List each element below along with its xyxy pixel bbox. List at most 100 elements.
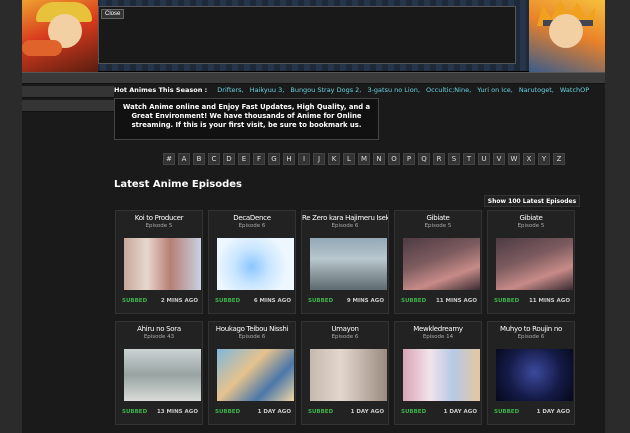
alphabet-letter[interactable]: D bbox=[223, 153, 235, 165]
time-ago: 9 MINS AGO bbox=[346, 298, 384, 304]
episode-title[interactable]: Mewkledreamy bbox=[395, 325, 481, 333]
latest-episodes-title: Latest Anime Episodes bbox=[114, 179, 242, 190]
alphabet-letter[interactable]: V bbox=[493, 153, 505, 165]
subbed-badge: SUBBED bbox=[122, 409, 148, 415]
alphabet-letter[interactable]: H bbox=[283, 153, 295, 165]
subbed-badge: SUBBED bbox=[215, 409, 241, 415]
alphabet-letter[interactable]: J bbox=[313, 153, 325, 165]
alphabet-letter[interactable]: X bbox=[523, 153, 535, 165]
alphabet-letter[interactable]: O bbox=[388, 153, 400, 165]
time-ago: 1 DAY AGO bbox=[257, 409, 291, 415]
time-ago: 1 DAY AGO bbox=[443, 409, 477, 415]
hot-link-occultic[interactable]: Occultic;Nine, bbox=[426, 86, 471, 94]
top-nav-bar bbox=[22, 72, 605, 84]
alphabet-letter[interactable]: N bbox=[373, 153, 385, 165]
episode-thumbnail[interactable] bbox=[310, 238, 387, 290]
alphabet-letter[interactable]: Z bbox=[553, 153, 565, 165]
hot-animes-label: Hot Animes This Season : bbox=[114, 86, 208, 94]
episode-number: Episode 6 bbox=[517, 334, 545, 340]
episode-title[interactable]: Umayon bbox=[302, 325, 388, 333]
alphabet-letter[interactable]: G bbox=[268, 153, 280, 165]
sidebar-bar[interactable] bbox=[22, 100, 114, 112]
subbed-badge: SUBBED bbox=[401, 409, 427, 415]
alphabet-letter[interactable]: I bbox=[298, 153, 310, 165]
alphabet-letter[interactable]: T bbox=[463, 153, 475, 165]
episode-card[interactable]: Re Zero kara Hajimeru Isekai Episode 6 SUB… bbox=[301, 210, 389, 314]
episode-title[interactable]: Muhyo to Roujin no bbox=[488, 325, 574, 333]
episode-thumbnail[interactable] bbox=[496, 349, 573, 401]
episode-card[interactable]: Gibiate Episode 5 SUBBED 11 MINS AGO bbox=[394, 210, 482, 314]
alphabet-letter[interactable]: R bbox=[433, 153, 445, 165]
episode-card[interactable]: Houkago Teibou Nisshi Episode 6 SUBBED 1 DA… bbox=[208, 321, 296, 425]
hot-link-watchop[interactable]: WatchOP bbox=[560, 86, 589, 94]
time-ago: 11 MINS AGO bbox=[528, 298, 570, 304]
alphabet-letter[interactable]: # bbox=[163, 153, 175, 165]
episode-number: Episode 6 bbox=[331, 334, 359, 340]
episode-number: Episode 5 bbox=[145, 223, 173, 229]
episode-title[interactable]: Koi to Producer bbox=[116, 214, 202, 222]
subbed-badge: SUBBED bbox=[215, 298, 241, 304]
episode-thumbnail[interactable] bbox=[124, 238, 201, 290]
episode-thumbnail[interactable] bbox=[310, 349, 387, 401]
hot-link-yuri[interactable]: Yuri on Ice, bbox=[477, 86, 513, 94]
episode-title[interactable]: Ahiru no Sora bbox=[116, 325, 202, 333]
episode-card[interactable]: Umayon Episode 6 SUBBED 1 DAY AGO bbox=[301, 321, 389, 425]
subbed-badge: SUBBED bbox=[308, 298, 334, 304]
alphabet-letter[interactable]: Y bbox=[538, 153, 550, 165]
hot-link-3gatsu[interactable]: 3-gatsu no Lion, bbox=[367, 86, 419, 94]
time-ago: 1 DAY AGO bbox=[350, 409, 384, 415]
subbed-badge: SUBBED bbox=[494, 298, 520, 304]
alphabet-letter[interactable]: Q bbox=[418, 153, 430, 165]
episode-card[interactable]: Muhyo to Roujin no Episode 6 SUBBED 1 DAY A… bbox=[487, 321, 575, 425]
left-gutter bbox=[0, 0, 22, 433]
sidebar-bar[interactable] bbox=[22, 86, 114, 98]
show-100-latest-button[interactable]: Show 100 Latest Episodes bbox=[484, 195, 580, 207]
episode-number: Episode 5 bbox=[424, 223, 452, 229]
episode-title[interactable]: Houkago Teibou Nisshi bbox=[209, 325, 295, 333]
episode-card[interactable]: Gibiate Episode 5 SUBBED 11 MINS AGO bbox=[487, 210, 575, 314]
episode-title[interactable]: Gibiate bbox=[488, 214, 574, 222]
episode-number: Episode 6 bbox=[331, 223, 359, 229]
episode-thumbnail[interactable] bbox=[217, 349, 294, 401]
hot-link-haikyuu[interactable]: Haikyuu 3, bbox=[250, 86, 285, 94]
alphabet-letter[interactable]: A bbox=[178, 153, 190, 165]
alphabet-letter[interactable]: B bbox=[193, 153, 205, 165]
episode-thumbnail[interactable] bbox=[403, 349, 480, 401]
episode-thumbnail[interactable] bbox=[124, 349, 201, 401]
episode-number: Episode 6 bbox=[238, 334, 266, 340]
luffy-character-art bbox=[22, 0, 98, 72]
alphabet-letter[interactable]: C bbox=[208, 153, 220, 165]
episode-number: Episode 14 bbox=[422, 334, 454, 340]
subbed-badge: SUBBED bbox=[401, 298, 427, 304]
episode-thumbnail[interactable] bbox=[403, 238, 480, 290]
alphabet-letter[interactable]: F bbox=[253, 153, 265, 165]
alphabet-letter[interactable]: S bbox=[448, 153, 460, 165]
hot-link-bungou[interactable]: Bungou Stray Dogs 2, bbox=[290, 86, 361, 94]
alphabet-letter[interactable]: M bbox=[358, 153, 370, 165]
episode-title[interactable]: DecaDence bbox=[209, 214, 295, 222]
episode-card[interactable]: DecaDence Episode 6 SUBBED 6 MINS AGO bbox=[208, 210, 296, 314]
episode-card[interactable]: Koi to Producer Episode 5 SUBBED 2 MINS AGO bbox=[115, 210, 203, 314]
time-ago: 6 MINS AGO bbox=[253, 298, 291, 304]
subbed-badge: SUBBED bbox=[494, 409, 520, 415]
alphabet-letter[interactable]: U bbox=[478, 153, 490, 165]
close-ad-button[interactable]: Close bbox=[101, 9, 125, 19]
hot-link-drifters[interactable]: Drifters, bbox=[217, 86, 243, 94]
alphabet-letter[interactable]: L bbox=[343, 153, 355, 165]
episode-number: Episode 6 bbox=[238, 223, 266, 229]
alphabet-index: # A B C D E F G H I J K L M N O P Q R S T U V W X Y Z bbox=[163, 153, 565, 165]
episode-title[interactable]: Gibiate bbox=[395, 214, 481, 222]
episode-grid: Koi to Producer Episode 5 SUBBED 2 MINS AGO… bbox=[115, 210, 582, 425]
alphabet-letter[interactable]: P bbox=[403, 153, 415, 165]
alphabet-letter[interactable]: W bbox=[508, 153, 520, 165]
time-ago: 13 MINS AGO bbox=[156, 409, 198, 415]
episode-thumbnail[interactable] bbox=[496, 238, 573, 290]
episode-thumbnail[interactable] bbox=[217, 238, 294, 290]
alphabet-letter[interactable]: K bbox=[328, 153, 340, 165]
alphabet-letter[interactable]: E bbox=[238, 153, 250, 165]
episode-card[interactable]: Mewkledreamy Episode 14 SUBBED 1 DAY AGO bbox=[394, 321, 482, 425]
subbed-badge: SUBBED bbox=[308, 409, 334, 415]
episode-card[interactable]: Ahiru no Sora Episode 43 SUBBED 13 MINS AGO bbox=[115, 321, 203, 425]
hot-link-narutoget[interactable]: Narutoget, bbox=[519, 86, 554, 94]
episode-title[interactable]: Re Zero kara Hajimeru Isekai bbox=[302, 214, 388, 222]
